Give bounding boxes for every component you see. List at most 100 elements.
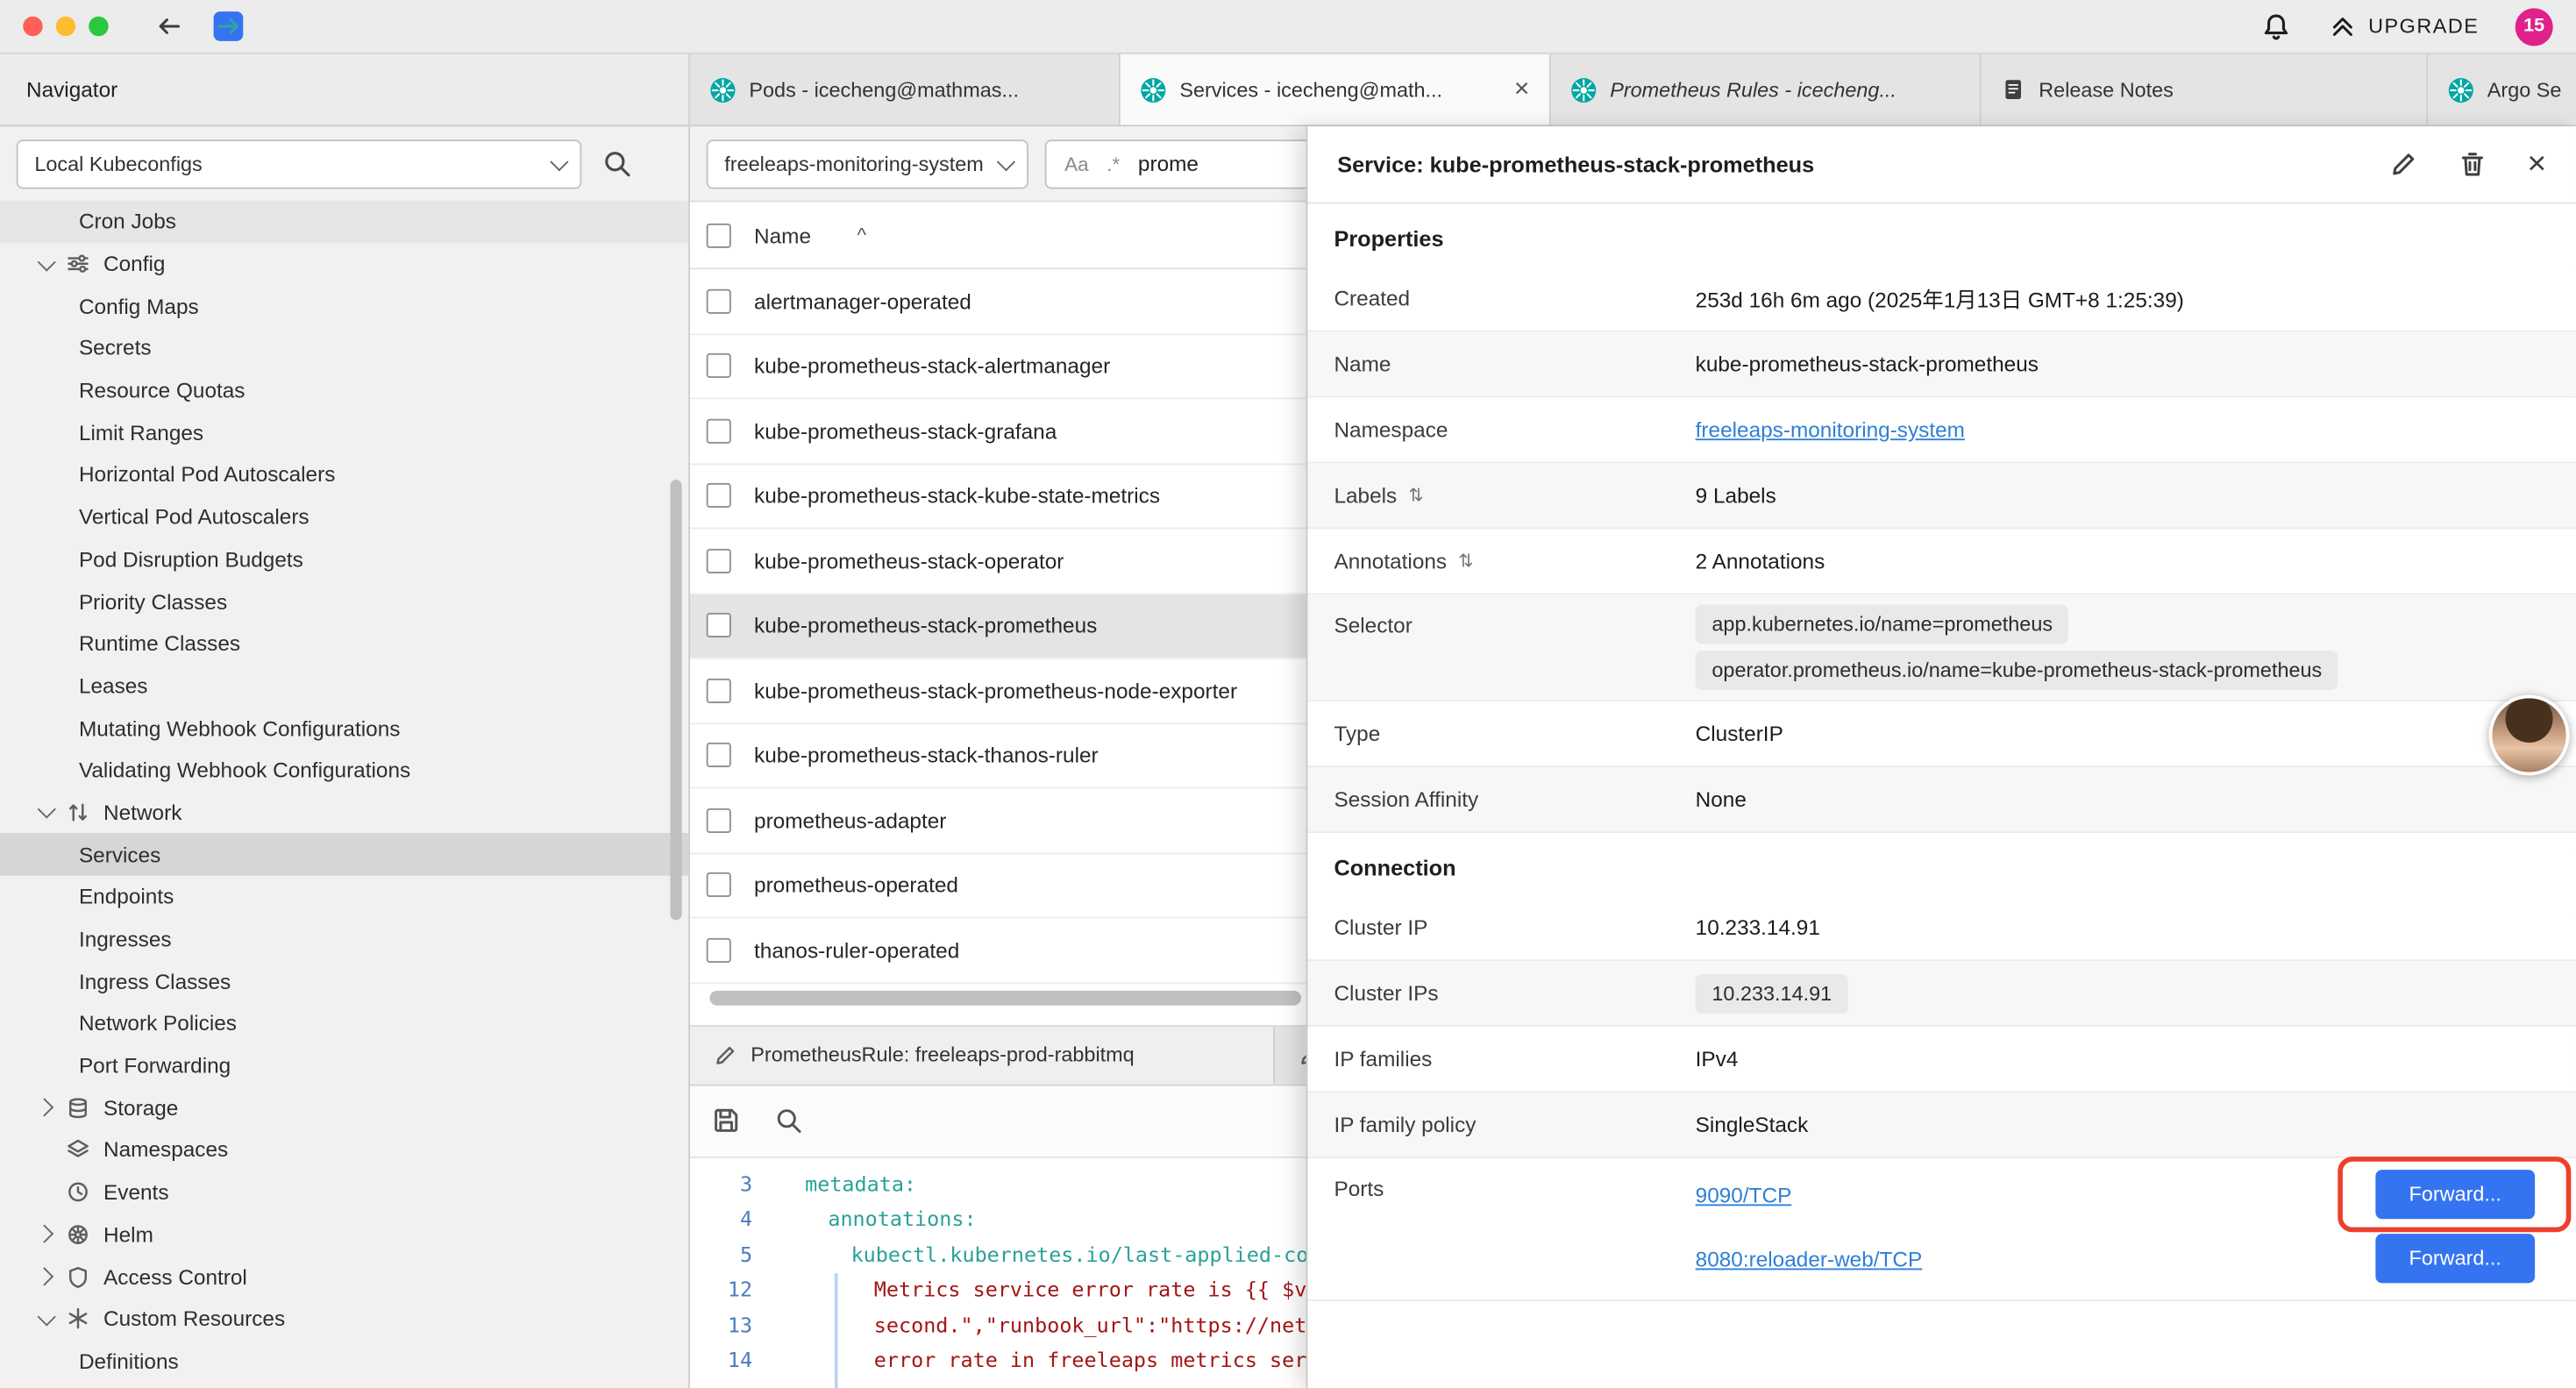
notification-count-badge[interactable]: 15 <box>2516 7 2553 45</box>
row-checkbox[interactable] <box>707 548 731 573</box>
back-arrow-icon[interactable] <box>154 11 184 41</box>
sidebar-item-label: Mutating Webhook Configurations <box>79 715 401 740</box>
namespace-filter-dropdown[interactable]: freeleaps-monitoring-system <box>707 139 1028 188</box>
sidebar-item-config[interactable]: Config <box>0 243 688 285</box>
sidebar-item-runtime-classes[interactable]: Runtime Classes <box>0 623 688 665</box>
service-name: prometheus-operated <box>754 872 958 897</box>
sidebar-item-definitions[interactable]: Definitions <box>0 1340 688 1382</box>
sidebar-search-icon[interactable] <box>601 148 633 180</box>
sidebar-item-leases[interactable]: Leases <box>0 665 688 707</box>
port-link[interactable]: 8080:reloader-web/TCP <box>1696 1246 1923 1271</box>
drawer-row-label: Namespace <box>1334 417 1695 442</box>
dock-tab-prometheusrule[interactable]: PrometheusRule: freeleaps-prod-rabbitmq <box>690 1026 1275 1084</box>
sidebar-item-access-control[interactable]: Access Control <box>0 1256 688 1298</box>
sidebar-item-storage[interactable]: Storage <box>0 1086 688 1128</box>
forward-arrow-icon[interactable] <box>214 11 244 41</box>
regex-toggle[interactable]: .* <box>1107 152 1120 174</box>
tab-services-icecheng-math[interactable]: Services - icecheng@math...× <box>1121 54 1551 125</box>
history-nav <box>154 11 243 41</box>
sidebar-item-vertical-pod-autoscalers[interactable]: Vertical Pod Autoscalers <box>0 496 688 538</box>
presenter-avatar[interactable] <box>2489 695 2570 776</box>
row-checkbox[interactable] <box>707 613 731 637</box>
kubeconfig-dropdown[interactable]: Local Kubeconfigs <box>17 139 582 188</box>
close-tab-icon[interactable]: × <box>1514 76 1530 103</box>
editor-search-icon[interactable] <box>774 1106 804 1135</box>
port-link[interactable]: 9090/TCP <box>1696 1182 1792 1206</box>
row-checkbox[interactable] <box>707 808 731 832</box>
service-name: thanos-ruler-operated <box>754 937 959 962</box>
sidebar-item-ingress-classes[interactable]: Ingress Classes <box>0 960 688 1002</box>
forward-button[interactable]: Forward... <box>2375 1234 2535 1283</box>
sidebar-item-limit-ranges[interactable]: Limit Ranges <box>0 411 688 453</box>
row-checkbox[interactable] <box>707 937 731 962</box>
sidebar-item-endpoints[interactable]: Endpoints <box>0 876 688 918</box>
sidebar-item-resource-quotas[interactable]: Resource Quotas <box>0 369 688 411</box>
sidebar-item-custom-resources[interactable]: Custom Resources <box>0 1298 688 1340</box>
row-checkbox[interactable] <box>707 418 731 443</box>
tab-pods-icecheng-mathmas[interactable]: Pods - icecheng@mathmas... <box>690 54 1121 125</box>
sidebar-item-network-policies[interactable]: Network Policies <box>0 1002 688 1044</box>
tab-argo-se[interactable]: Argo Se <box>2428 54 2576 125</box>
sidebar-item-services[interactable]: Services <box>0 834 688 876</box>
chevron-down-icon <box>997 152 1015 170</box>
sidebar-item-validating-webhook-configurations[interactable]: Validating Webhook Configurations <box>0 749 688 791</box>
drawer-row-value: IPv4 <box>1696 1047 1739 1071</box>
drawer-row-label: Cluster IPs <box>1334 981 1695 1006</box>
sidebar-scrollbar[interactable] <box>670 480 681 920</box>
tab-prometheus-rules-icecheng[interactable]: Prometheus Rules - icecheng... <box>1551 54 1982 125</box>
row-checkbox[interactable] <box>707 353 731 378</box>
row-checkbox[interactable] <box>707 678 731 702</box>
sidebar-item-namespaces[interactable]: Namespaces <box>0 1128 688 1171</box>
sort-toggle-icon[interactable]: ⇅ <box>1408 485 1423 506</box>
sidebar-item-helm[interactable]: Helm <box>0 1214 688 1256</box>
code-text: metadata: <box>775 1165 916 1200</box>
row-checkbox[interactable] <box>707 872 731 897</box>
row-checkbox[interactable] <box>707 483 731 508</box>
drawer-row-label: Annotations⇅ <box>1334 549 1695 573</box>
edit-pencil-icon[interactable] <box>2389 150 2419 180</box>
forward-button[interactable]: Forward... <box>2375 1170 2535 1219</box>
sidebar-item-cron-jobs[interactable]: Cron Jobs <box>0 201 688 243</box>
tab-release-notes[interactable]: Release Notes <box>1982 54 2429 125</box>
sidebar-item-horizontal-pod-autoscalers[interactable]: Horizontal Pod Autoscalers <box>0 453 688 495</box>
close-window-button[interactable] <box>23 17 42 36</box>
sidebar-item-label: Validating Webhook Configurations <box>79 758 410 782</box>
sidebar-item-label: Config <box>103 252 165 276</box>
sidebar-item-label: Leases <box>79 673 148 698</box>
sidebar-item-network[interactable]: Network <box>0 791 688 833</box>
drawer-row-link[interactable]: freeleaps-monitoring-system <box>1696 417 1965 442</box>
row-checkbox[interactable] <box>707 288 731 313</box>
match-case-toggle[interactable]: Aa <box>1064 152 1089 174</box>
horizontal-scrollbar-thumb[interactable] <box>709 990 1301 1005</box>
sidebar-item-ingresses[interactable]: Ingresses <box>0 918 688 960</box>
upgrade-button[interactable]: UPGRADE <box>2327 11 2479 41</box>
maximize-window-button[interactable] <box>89 17 108 36</box>
select-all-checkbox[interactable] <box>707 223 731 247</box>
kubernetes-icon <box>1570 76 1597 103</box>
sidebar-item-label: Resource Quotas <box>79 378 246 402</box>
app-window: UPGRADE 15 Navigator Pods - icecheng@mat… <box>0 0 2576 1385</box>
value-badge: app.kubernetes.io/name=prometheus <box>1696 605 2069 644</box>
sidebar-item-config-maps[interactable]: Config Maps <box>0 285 688 327</box>
pencil-icon <box>713 1043 737 1067</box>
column-header-name[interactable]: Name <box>754 223 811 247</box>
chevron-right-icon <box>35 1099 53 1117</box>
traffic-lights <box>23 17 108 36</box>
row-checkbox[interactable] <box>707 743 731 767</box>
section-heading-properties: Properties <box>1307 203 2575 266</box>
sort-toggle-icon[interactable]: ⇅ <box>1458 551 1473 572</box>
minimize-window-button[interactable] <box>56 17 75 36</box>
sidebar-item-events[interactable]: Events <box>0 1171 688 1214</box>
save-icon[interactable] <box>711 1106 741 1135</box>
drawer-row-session-affinity: Session AffinityNone <box>1307 767 2575 833</box>
close-icon[interactable]: × <box>2527 148 2546 181</box>
line-number: 5 <box>690 1236 775 1271</box>
sidebar-item-priority-classes[interactable]: Priority Classes <box>0 580 688 623</box>
sidebar-item-port-forwarding[interactable]: Port Forwarding <box>0 1044 688 1086</box>
sidebar-item-mutating-webhook-configurations[interactable]: Mutating Webhook Configurations <box>0 707 688 749</box>
sidebar-item-secrets[interactable]: Secrets <box>0 327 688 369</box>
notifications-bell-icon[interactable] <box>2259 11 2291 42</box>
sidebar-item-pod-disruption-budgets[interactable]: Pod Disruption Budgets <box>0 538 688 580</box>
sort-asc-icon[interactable]: ^ <box>857 224 866 246</box>
delete-trash-icon[interactable] <box>2459 150 2488 180</box>
